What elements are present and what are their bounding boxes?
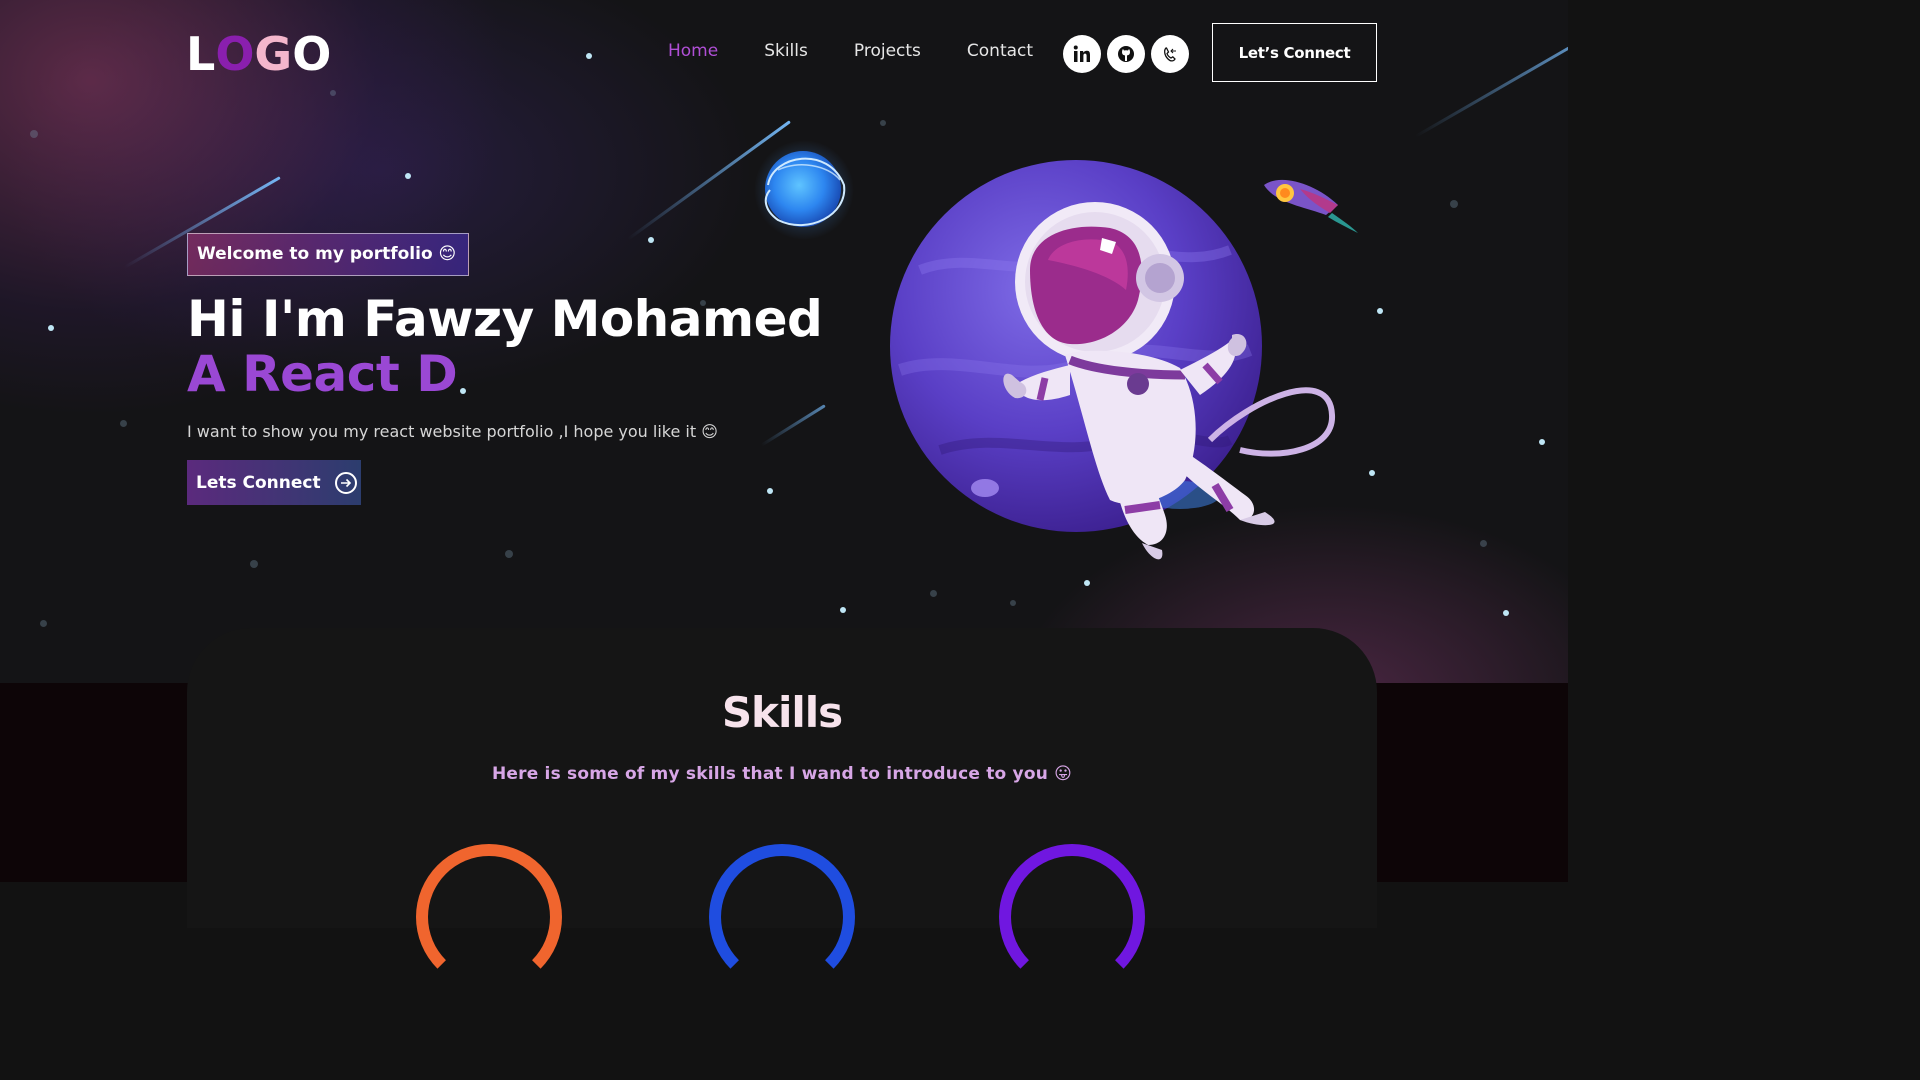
star-decoration xyxy=(460,388,466,394)
skill-progress-ring xyxy=(416,844,562,990)
star-decoration xyxy=(767,488,773,494)
rocket-illustration xyxy=(1264,179,1358,233)
skill-progress-ring xyxy=(999,844,1145,990)
skills-subtitle: Here is some of my skills that I wand to… xyxy=(491,764,1073,784)
star-decoration xyxy=(330,90,336,96)
hero-section: LOGO Home Skills Projects Contact Let’s … xyxy=(0,0,1568,683)
logo-letter: L xyxy=(186,27,216,81)
star-decoration xyxy=(1503,610,1509,616)
star-decoration xyxy=(120,420,127,427)
star-decoration xyxy=(505,550,513,558)
hero-intro-text: I want to show you my react website port… xyxy=(187,422,718,441)
lets-connect-label: Lets Connect xyxy=(196,472,321,493)
star-decoration xyxy=(840,607,846,613)
star-decoration xyxy=(880,120,886,126)
star-decoration xyxy=(1084,580,1090,586)
header-connect-button[interactable]: Let’s Connect xyxy=(1212,23,1377,82)
star-decoration xyxy=(405,173,411,179)
site-logo[interactable]: LOGO xyxy=(186,28,331,80)
star-decoration xyxy=(1377,308,1383,314)
star-decoration xyxy=(48,325,54,331)
logo-letter: G xyxy=(254,27,293,81)
star-decoration xyxy=(930,590,937,597)
nav-link-skills[interactable]: Skills xyxy=(764,41,808,61)
star-decoration xyxy=(586,53,592,59)
typed-role-text: A React D xyxy=(187,345,458,403)
arrow-right-circle-icon xyxy=(334,471,357,494)
meteor-decoration xyxy=(1414,40,1568,138)
star-decoration xyxy=(1010,600,1016,606)
star-decoration xyxy=(40,620,47,627)
skill-progress-ring xyxy=(709,844,855,990)
skills-title: Skills xyxy=(721,688,843,737)
main-nav: Home Skills Projects Contact xyxy=(668,41,1079,61)
social-links xyxy=(1063,35,1195,73)
star-decoration xyxy=(1539,439,1545,445)
phone-icon[interactable] xyxy=(1151,35,1189,73)
star-decoration xyxy=(250,560,258,568)
lets-connect-button[interactable]: Lets Connect xyxy=(187,460,361,505)
star-decoration xyxy=(648,237,654,243)
welcome-tagline: Welcome to my portfolio 😊 xyxy=(187,233,470,276)
nav-link-projects[interactable]: Projects xyxy=(854,41,921,61)
logo-letter: O xyxy=(292,27,332,81)
meteor-decoration xyxy=(760,404,826,447)
nav-link-home[interactable]: Home xyxy=(668,41,718,61)
linkedin-icon[interactable] xyxy=(1063,35,1101,73)
github-icon[interactable] xyxy=(1107,35,1145,73)
star-decoration xyxy=(1450,200,1458,208)
logo-letter: O xyxy=(215,27,255,81)
nav-link-contact[interactable]: Contact xyxy=(967,41,1033,61)
skills-section: Skills Here is some of my skills that I … xyxy=(187,628,1377,990)
star-decoration xyxy=(30,130,38,138)
star-decoration xyxy=(1369,470,1375,476)
star-decoration xyxy=(1480,540,1487,547)
blue-planet-illustration xyxy=(754,140,854,240)
hero-headline: Hi I'm Fawzy Mohamed xyxy=(187,290,823,348)
